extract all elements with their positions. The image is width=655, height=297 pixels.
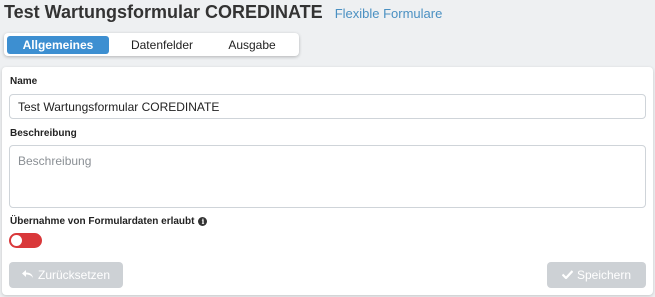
description-placeholder: Beschreibung xyxy=(18,154,92,168)
toggle-knob xyxy=(11,235,22,246)
name-input-value: Test Wartungsformular COREDINATE xyxy=(18,99,220,114)
description-label: Beschreibung xyxy=(10,128,77,139)
name-label: Name xyxy=(10,76,38,87)
takeover-label-text: Übernahme von Formulardaten erlaubt xyxy=(10,216,195,227)
page-header: Test Wartungsformular COREDINATE Flexibl… xyxy=(4,0,442,26)
reset-button[interactable]: Zurücksetzen xyxy=(9,262,123,288)
takeover-toggle[interactable] xyxy=(9,233,42,248)
takeover-label: Übernahme von Formulardaten erlaubt i xyxy=(10,216,208,227)
undo-arrow-icon xyxy=(21,268,34,282)
page-subtitle-link[interactable]: Flexible Formulare xyxy=(335,2,443,26)
reset-button-label: Zurücksetzen xyxy=(37,268,111,282)
checkmark-icon xyxy=(561,268,574,282)
info-icon[interactable]: i xyxy=(198,217,208,226)
tab-allgemeines[interactable]: Allgemeines xyxy=(7,35,109,54)
save-button-label: Speichern xyxy=(576,268,632,282)
name-input[interactable]: Test Wartungsformular COREDINATE xyxy=(9,94,646,119)
tab-datenfelder[interactable]: Datenfelder xyxy=(109,36,215,54)
page-title: Test Wartungsformular COREDINATE xyxy=(4,2,323,22)
form-panel: Name Test Wartungsformular COREDINATE Be… xyxy=(2,67,653,295)
tab-bar: Allgemeines Datenfelder Ausgabe xyxy=(4,33,299,56)
tab-ausgabe[interactable]: Ausgabe xyxy=(215,36,289,54)
description-textarea[interactable]: Beschreibung xyxy=(9,145,646,208)
save-button[interactable]: Speichern xyxy=(547,262,646,288)
